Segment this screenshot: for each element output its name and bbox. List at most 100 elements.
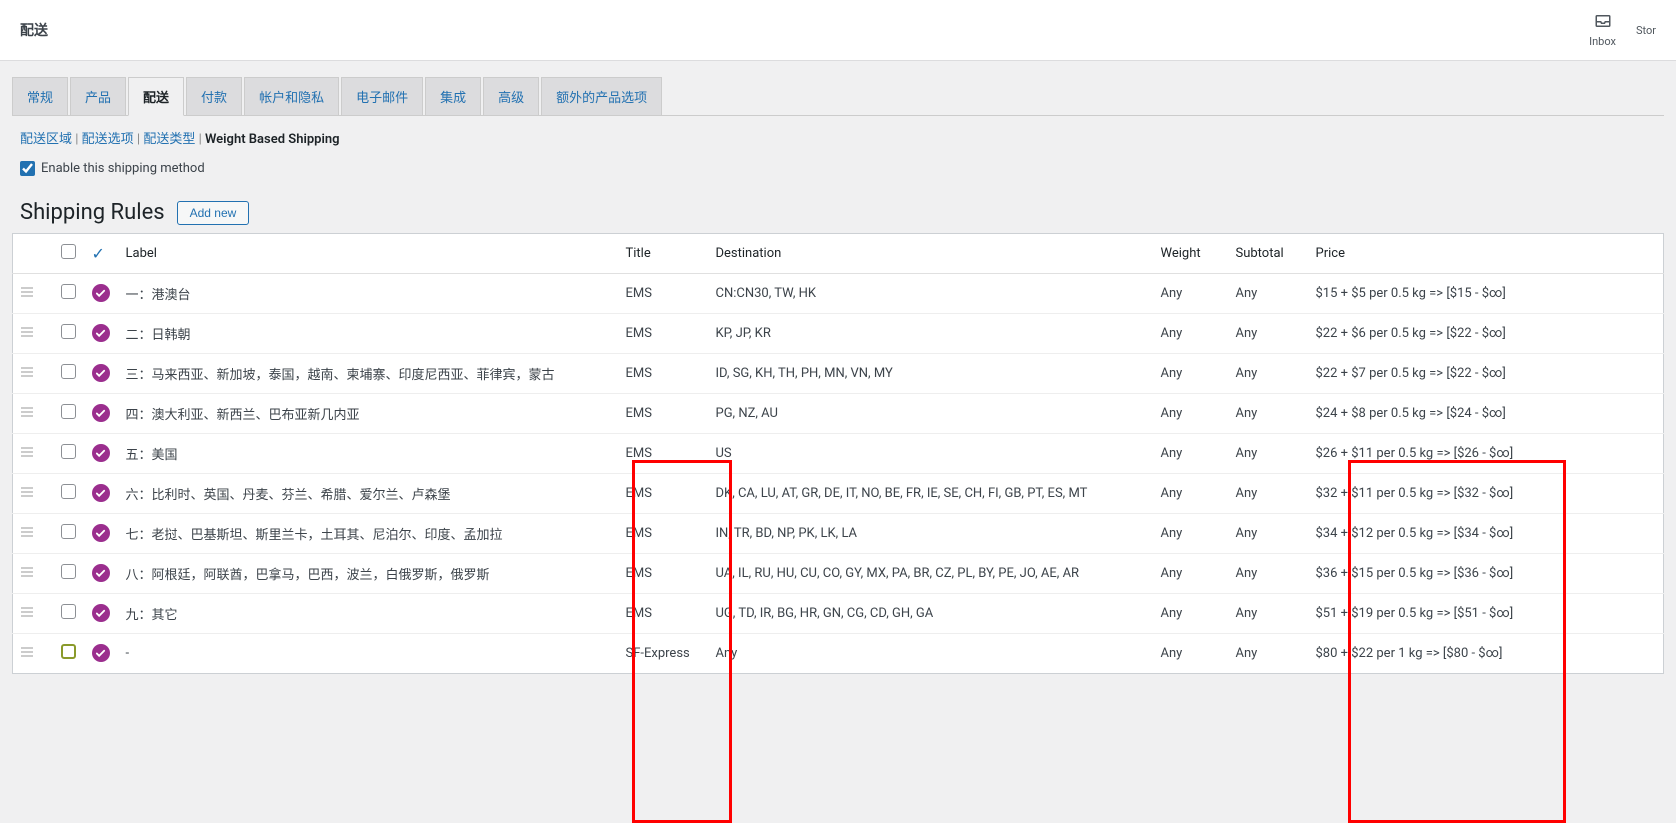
cell-destination: US xyxy=(708,434,1153,474)
drag-handle-icon[interactable] xyxy=(21,286,33,302)
drag-handle-icon[interactable] xyxy=(21,446,33,462)
th-title: Title xyxy=(618,234,708,274)
tab-8[interactable]: 额外的产品选项 xyxy=(541,77,662,115)
select-all-checkbox[interactable] xyxy=(61,244,76,259)
drag-handle-icon[interactable] xyxy=(21,526,33,542)
row-checkbox[interactable] xyxy=(61,484,76,499)
drag-handle-icon[interactable] xyxy=(21,606,33,622)
th-destination: Destination xyxy=(708,234,1153,274)
tab-7[interactable]: 高级 xyxy=(483,77,539,115)
subtab-current: Weight Based Shipping xyxy=(205,132,340,147)
status-enabled-icon[interactable] xyxy=(92,644,110,662)
cell-destination: UA, IL, RU, HU, CU, CO, GY, MX, PA, BR, … xyxy=(708,554,1153,594)
cell-subtotal: Any xyxy=(1228,354,1308,394)
rules-table: ✓ Label Title Destination Weight Subtota… xyxy=(12,233,1664,674)
section-title: Shipping Rules xyxy=(20,200,165,225)
table-header-row: ✓ Label Title Destination Weight Subtota… xyxy=(13,234,1664,274)
drag-handle-icon[interactable] xyxy=(21,486,33,502)
drag-handle-icon[interactable] xyxy=(21,646,33,662)
tab-2[interactable]: 配送 xyxy=(128,77,184,116)
cell-label: 三：马来西亚、新加坡，泰国，越南、柬埔寨、印度尼西亚、菲律宾，蒙古 xyxy=(118,354,618,394)
cell-destination: IN, TR, BD, NP, PK, LK, LA xyxy=(708,514,1153,554)
table-row[interactable]: 一：港澳台EMSCN:CN30, TW, HKAnyAny$15 + $5 pe… xyxy=(13,274,1664,314)
row-checkbox[interactable] xyxy=(61,524,76,539)
cell-weight: Any xyxy=(1153,274,1228,314)
drag-handle-icon[interactable] xyxy=(21,406,33,422)
inbox-label: Inbox xyxy=(1589,35,1616,48)
cell-subtotal: Any xyxy=(1228,434,1308,474)
subtab-options[interactable]: 配送选项 xyxy=(82,132,134,147)
drag-handle-icon[interactable] xyxy=(21,366,33,382)
tab-0[interactable]: 常规 xyxy=(12,77,68,115)
table-row[interactable]: 六：比利时、英国、丹麦、芬兰、希腊、爱尔兰、卢森堡EMSDK, CA, LU, … xyxy=(13,474,1664,514)
drag-handle-icon[interactable] xyxy=(21,326,33,342)
table-row[interactable]: 四：澳大利亚、新西兰、巴布亚新几内亚EMSPG, NZ, AUAnyAny$24… xyxy=(13,394,1664,434)
status-enabled-icon[interactable] xyxy=(92,604,110,622)
table-row[interactable]: 九：其它EMSUG, TD, IR, BG, HR, GN, CG, CD, G… xyxy=(13,594,1664,634)
cell-label: 七：老挝、巴基斯坦、斯里兰卡，土耳其、尼泊尔、印度、孟加拉 xyxy=(118,514,618,554)
cell-subtotal: Any xyxy=(1228,594,1308,634)
subtab-zones[interactable]: 配送区域 xyxy=(20,132,72,147)
tab-5[interactable]: 电子邮件 xyxy=(341,77,423,115)
cell-label: 一：港澳台 xyxy=(118,274,618,314)
status-enabled-icon[interactable] xyxy=(92,564,110,582)
table-row[interactable]: 七：老挝、巴基斯坦、斯里兰卡，土耳其、尼泊尔、印度、孟加拉EMSIN, TR, … xyxy=(13,514,1664,554)
row-checkbox[interactable] xyxy=(61,444,76,459)
store-label: Stor xyxy=(1636,24,1656,37)
cell-title: EMS xyxy=(618,594,708,634)
status-enabled-icon[interactable] xyxy=(92,444,110,462)
topbar: 配送 Inbox Stor xyxy=(0,0,1676,61)
table-row[interactable]: 八：阿根廷，阿联酋，巴拿马，巴西，波兰，白俄罗斯，俄罗斯EMSUA, IL, R… xyxy=(13,554,1664,594)
add-new-button[interactable]: Add new xyxy=(177,201,250,225)
cell-title: EMS xyxy=(618,314,708,354)
topbar-right: Inbox Stor xyxy=(1589,12,1656,48)
row-checkbox[interactable] xyxy=(61,604,76,619)
enable-checkbox-input[interactable] xyxy=(20,161,35,176)
status-enabled-icon[interactable] xyxy=(92,324,110,342)
status-enabled-icon[interactable] xyxy=(92,284,110,302)
cell-destination: KP, JP, KR xyxy=(708,314,1153,354)
cell-title: EMS xyxy=(618,474,708,514)
status-enabled-icon[interactable] xyxy=(92,364,110,382)
row-checkbox[interactable] xyxy=(61,364,76,379)
cell-weight: Any xyxy=(1153,394,1228,434)
row-checkbox[interactable] xyxy=(61,404,76,419)
store-button[interactable]: Stor xyxy=(1636,24,1656,37)
row-checkbox[interactable] xyxy=(61,564,76,579)
subtab-classes[interactable]: 配送类型 xyxy=(143,132,195,147)
status-enabled-icon[interactable] xyxy=(92,524,110,542)
table-row[interactable]: 二：日韩朝EMSKP, JP, KRAnyAny$22 + $6 per 0.5… xyxy=(13,314,1664,354)
status-enabled-icon[interactable] xyxy=(92,484,110,502)
cell-label: 五：美国 xyxy=(118,434,618,474)
cell-subtotal: Any xyxy=(1228,314,1308,354)
table-row[interactable]: 三：马来西亚、新加坡，泰国，越南、柬埔寨、印度尼西亚、菲律宾，蒙古EMSID, … xyxy=(13,354,1664,394)
enable-checkbox[interactable]: Enable this shipping method xyxy=(12,155,1664,176)
cell-weight: Any xyxy=(1153,354,1228,394)
cell-price: $80 + $22 per 1 kg => [$80 - $∞] xyxy=(1308,634,1664,674)
cell-price: $22 + $7 per 0.5 kg => [$22 - $∞] xyxy=(1308,354,1664,394)
tab-1[interactable]: 产品 xyxy=(70,77,126,115)
cell-weight: Any xyxy=(1153,514,1228,554)
table-row[interactable]: 五：美国EMSUSAnyAny$26 + $11 per 0.5 kg => [… xyxy=(13,434,1664,474)
tab-3[interactable]: 付款 xyxy=(186,77,242,115)
cell-label: 四：澳大利亚、新西兰、巴布亚新几内亚 xyxy=(118,394,618,434)
row-checkbox[interactable] xyxy=(61,284,76,299)
cell-weight: Any xyxy=(1153,594,1228,634)
tab-6[interactable]: 集成 xyxy=(425,77,481,115)
status-header-icon: ✓ xyxy=(92,244,105,263)
row-checkbox[interactable] xyxy=(61,324,76,339)
cell-price: $15 + $5 per 0.5 kg => [$15 - $∞] xyxy=(1308,274,1664,314)
status-enabled-icon[interactable] xyxy=(92,404,110,422)
cell-destination: ID, SG, KH, TH, PH, MN, VN, MY xyxy=(708,354,1153,394)
tabs: 常规产品配送付款帐户和隐私电子邮件集成高级额外的产品选项 xyxy=(12,77,1664,116)
tab-4[interactable]: 帐户和隐私 xyxy=(244,77,339,115)
drag-handle-icon[interactable] xyxy=(21,566,33,582)
inbox-button[interactable]: Inbox xyxy=(1589,12,1616,48)
cell-subtotal: Any xyxy=(1228,554,1308,594)
table-row[interactable]: -SF-ExpressAnyAnyAny$80 + $22 per 1 kg =… xyxy=(13,634,1664,674)
subtabs: 配送区域 | 配送选项 | 配送类型 | Weight Based Shippi… xyxy=(12,116,1664,155)
cell-title: EMS xyxy=(618,554,708,594)
cell-price: $32 + $11 per 0.5 kg => [$32 - $∞] xyxy=(1308,474,1664,514)
cell-weight: Any xyxy=(1153,474,1228,514)
cell-title: EMS xyxy=(618,434,708,474)
